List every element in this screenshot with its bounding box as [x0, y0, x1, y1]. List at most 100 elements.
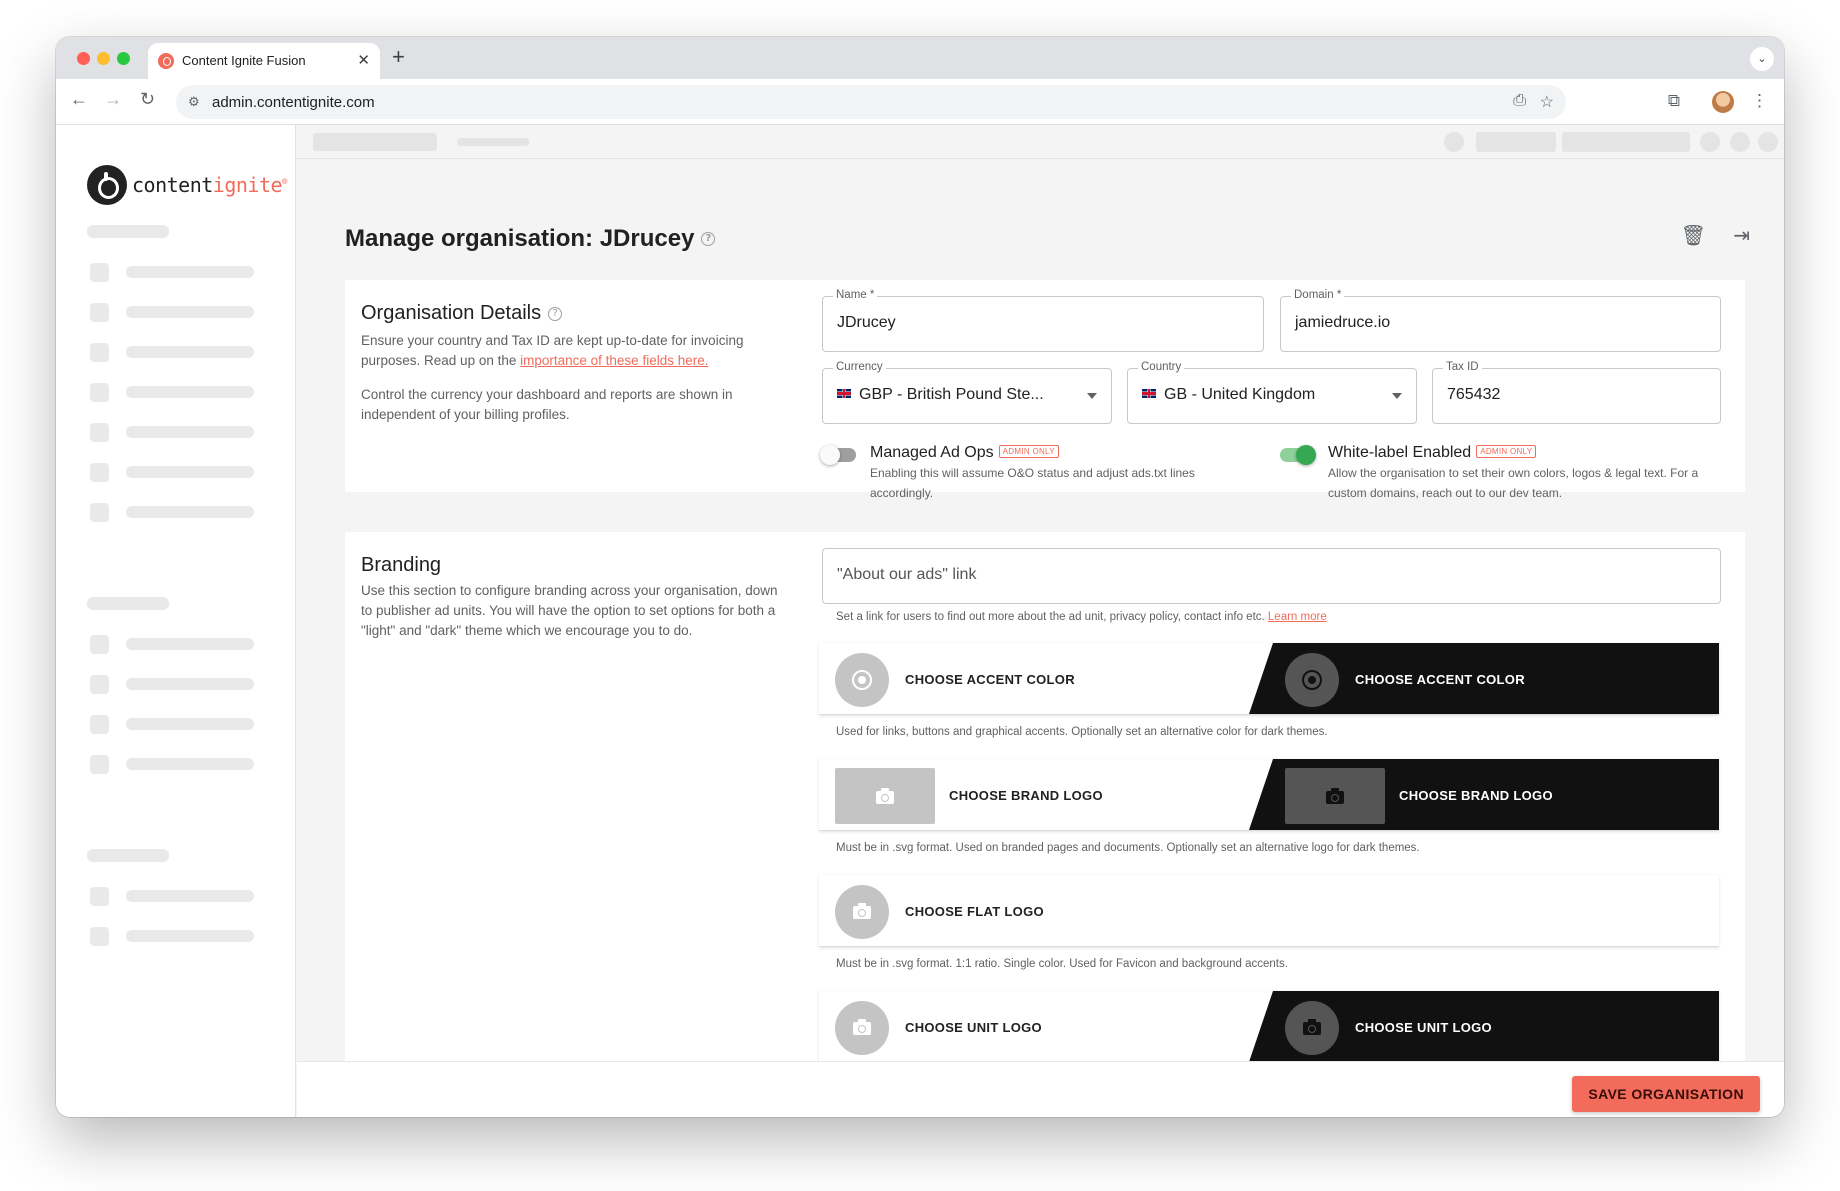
- nav-item-placeholder[interactable]: [126, 638, 254, 650]
- currency-select[interactable]: Currency GBP - British Pound Ste...: [822, 361, 1112, 424]
- site-settings-icon[interactable]: ⚙: [188, 94, 200, 110]
- minimize-window-button[interactable]: [97, 52, 110, 65]
- accent-color-dark-swatch[interactable]: [1285, 653, 1339, 707]
- name-value[interactable]: JDrucey: [837, 314, 896, 332]
- accent-dark-label[interactable]: CHOOSE ACCENT COLOR: [1355, 672, 1525, 687]
- nav-item-placeholder[interactable]: [126, 678, 254, 690]
- nav-section-placeholder: [87, 849, 169, 862]
- about-ads-placeholder[interactable]: "About our ads" link: [837, 566, 976, 584]
- white-label-label: White-label Enabled ADMIN ONLY: [1328, 444, 1537, 462]
- bookmark-star-icon[interactable]: ☆: [1540, 92, 1554, 112]
- content-ignite-logo[interactable]: contentignite®: [87, 165, 287, 205]
- brand-logo-dark-label[interactable]: CHOOSE BRAND LOGO: [1399, 788, 1553, 803]
- branding-intro: Branding Use this section to configure b…: [361, 554, 781, 641]
- url-text[interactable]: admin.contentignite.com: [212, 94, 375, 111]
- topbar-icon-placeholder[interactable]: [1730, 132, 1750, 152]
- currency-desc: Control the currency your dashboard and …: [361, 387, 733, 422]
- nav-item-placeholder[interactable]: [126, 386, 254, 398]
- nav-item-placeholder[interactable]: [126, 758, 254, 770]
- nav-item-placeholder[interactable]: [126, 718, 254, 730]
- org-details-title: Organisation Details?: [361, 302, 781, 325]
- nav-icon-placeholder: [90, 927, 109, 946]
- unit-logo-light-label[interactable]: CHOOSE UNIT LOGO: [905, 1020, 1042, 1035]
- nav-item-placeholder[interactable]: [126, 466, 254, 478]
- close-window-button[interactable]: [77, 52, 90, 65]
- unit-logo-dark-label[interactable]: CHOOSE UNIT LOGO: [1355, 1020, 1492, 1035]
- branding-desc: Use this section to configure branding a…: [361, 583, 778, 638]
- help-icon[interactable]: ?: [548, 306, 563, 321]
- learn-more-link[interactable]: Learn more: [1268, 611, 1327, 623]
- brand-logo-light-upload[interactable]: [835, 768, 935, 824]
- brand-logo-dark-upload[interactable]: [1285, 768, 1385, 824]
- browser-menu-icon[interactable]: ⋮: [1751, 91, 1768, 111]
- save-organisation-button[interactable]: SAVE ORGANISATION: [1572, 1076, 1760, 1112]
- dropdown-arrow-icon[interactable]: [1392, 393, 1402, 399]
- tab-search-chevron-icon[interactable]: ⌄: [1750, 47, 1774, 71]
- reload-icon[interactable]: ↻: [140, 89, 155, 110]
- tab-close-icon[interactable]: ✕: [357, 51, 370, 69]
- install-app-icon[interactable]: ⎙: [1513, 92, 1526, 110]
- nav-item-placeholder[interactable]: [126, 266, 254, 278]
- brand-logo-dark-panel: CHOOSE BRAND LOGO: [1249, 759, 1719, 830]
- tax-id-field[interactable]: Tax ID 765432: [1432, 361, 1721, 424]
- back-arrow-icon[interactable]: ←: [70, 89, 88, 110]
- accent-light-label[interactable]: CHOOSE ACCENT COLOR: [905, 672, 1075, 687]
- unit-logo-dark-upload[interactable]: [1285, 1001, 1339, 1055]
- about-ads-hint: Set a link for users to find out more ab…: [836, 611, 1327, 623]
- managed-ad-ops-toggle[interactable]: [820, 445, 856, 465]
- white-label-toggle[interactable]: [1280, 445, 1316, 465]
- flat-logo-upload[interactable]: [835, 885, 889, 939]
- domain-value[interactable]: jamiedruce.io: [1295, 314, 1390, 332]
- nav-item-placeholder[interactable]: [126, 426, 254, 438]
- topbar-icon-placeholder[interactable]: [1758, 132, 1778, 152]
- unit-logo-light-upload[interactable]: [835, 1001, 889, 1055]
- brand-logo-light-label[interactable]: CHOOSE BRAND LOGO: [949, 788, 1103, 803]
- address-bar[interactable]: ⚙ admin.contentignite.com ⎙ ☆: [176, 85, 1566, 119]
- flat-logo-label[interactable]: CHOOSE FLAT LOGO: [905, 904, 1044, 919]
- nav-item-placeholder[interactable]: [126, 306, 254, 318]
- about-ads-link-field[interactable]: "About our ads" link: [822, 548, 1721, 604]
- new-tab-button[interactable]: +: [392, 44, 405, 70]
- accent-color-light-swatch[interactable]: [835, 653, 889, 707]
- nav-item-placeholder[interactable]: [126, 346, 254, 358]
- color-picker-icon: [1302, 670, 1322, 690]
- flat-logo-picker: CHOOSE FLAT LOGO: [819, 875, 1719, 947]
- nav-item-placeholder[interactable]: [126, 930, 254, 942]
- maximize-window-button[interactable]: [117, 52, 130, 65]
- nav-section-placeholder: [87, 597, 169, 610]
- favicon-icon: [158, 53, 174, 69]
- managed-ad-ops-label: Managed Ad Ops ADMIN ONLY: [870, 444, 1059, 462]
- dropdown-arrow-icon[interactable]: [1087, 393, 1097, 399]
- logo-mark-icon: [87, 165, 127, 205]
- main-content: Manage organisation: JDrucey? 🗑 ⇥ Organi…: [297, 159, 1784, 1061]
- nav-icon-placeholder: [90, 503, 109, 522]
- accent-color-picker: CHOOSE ACCENT COLOR CHOOSE ACCENT COLOR: [819, 643, 1719, 715]
- profile-avatar[interactable]: [1712, 91, 1734, 113]
- browser-toolbar: ← → ↻ ⚙ admin.contentignite.com ⎙ ☆ ⧉ ⋮: [56, 79, 1784, 125]
- browser-tab[interactable]: Content Ignite Fusion ✕: [148, 43, 380, 79]
- topbar-button-placeholder[interactable]: [1476, 132, 1556, 152]
- nav-icon-placeholder: [90, 263, 109, 282]
- importance-link[interactable]: importance of these fields here.: [520, 353, 708, 368]
- sidebar: contentignite®: [56, 125, 296, 1117]
- breadcrumb-placeholder: [457, 138, 529, 146]
- accent-dark-panel: CHOOSE ACCENT COLOR: [1249, 643, 1719, 714]
- tab-strip: Content Ignite Fusion ✕ + ⌄: [56, 37, 1784, 79]
- forward-arrow-icon[interactable]: →: [104, 89, 122, 110]
- extensions-icon[interactable]: ⧉: [1668, 91, 1680, 111]
- branding-title: Branding: [361, 554, 442, 576]
- tax-id-value[interactable]: 765432: [1447, 386, 1500, 404]
- delete-trash-icon[interactable]: 🗑: [1681, 223, 1706, 248]
- help-icon[interactable]: ?: [701, 232, 716, 246]
- topbar-icon-placeholder[interactable]: [1700, 132, 1720, 152]
- domain-field[interactable]: Domain * jamiedruce.io: [1280, 289, 1721, 352]
- brand-logo-hint: Must be in .svg format. Used on branded …: [836, 842, 1420, 854]
- exit-icon[interactable]: ⇥: [1733, 223, 1750, 248]
- nav-item-placeholder[interactable]: [126, 890, 254, 902]
- name-field[interactable]: Name * JDrucey: [822, 289, 1264, 352]
- topbar-button-placeholder[interactable]: [1562, 132, 1690, 152]
- topbar-icon-placeholder[interactable]: [1444, 132, 1464, 152]
- country-select[interactable]: Country GB - United Kingdom: [1127, 361, 1417, 424]
- uk-flag-icon: [1142, 389, 1156, 398]
- nav-item-placeholder[interactable]: [126, 506, 254, 518]
